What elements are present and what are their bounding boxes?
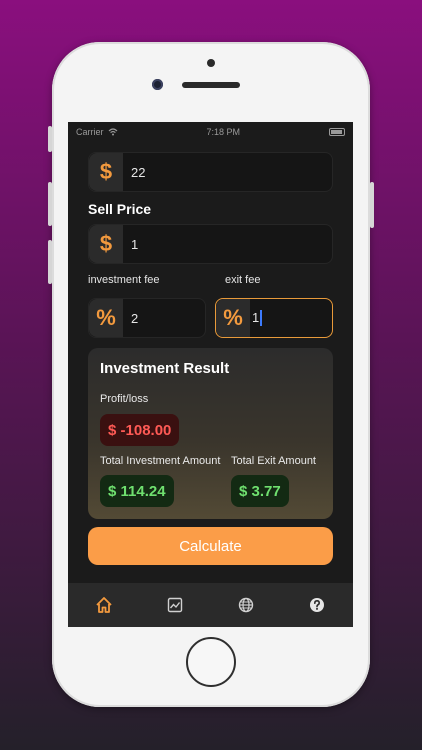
front-camera: [152, 79, 163, 90]
total-investment-value: $ 114.24: [100, 475, 174, 507]
wifi-icon: [108, 128, 117, 136]
power-button: [370, 182, 374, 228]
volume-down-button: [48, 240, 52, 284]
total-investment-label: Total Investment Amount: [100, 455, 221, 467]
dollar-icon: $: [89, 225, 123, 263]
carrier-label: Carrier: [76, 127, 104, 137]
exit-fee-value: 1: [252, 309, 260, 325]
tab-bar: [68, 583, 353, 627]
battery-icon: [328, 128, 345, 136]
investment-fee-label: investment fee: [88, 274, 160, 286]
status-bar: Carrier 7:18 PM: [68, 122, 353, 142]
percent-icon: %: [216, 299, 250, 337]
help-icon: [310, 598, 325, 612]
chart-icon: [167, 597, 183, 613]
volume-up-button: [48, 182, 52, 226]
investment-fee-value: 2: [131, 310, 139, 326]
tab-chart[interactable]: [155, 590, 195, 620]
exit-fee-value-wrap: 1: [250, 309, 263, 327]
tab-home[interactable]: [84, 590, 124, 620]
text-caret: [260, 310, 263, 327]
tab-globe[interactable]: [226, 590, 266, 620]
sell-price-value: 1: [131, 236, 139, 252]
profit-loss-value: $ -108.00: [100, 414, 180, 446]
investment-fee-field[interactable]: % 2: [88, 298, 206, 338]
status-left: Carrier: [76, 127, 118, 137]
app-screen: Carrier 7:18 PM $ 22 Sell Price $ 1 inve…: [68, 122, 353, 627]
buy-price-value: 22: [131, 164, 146, 180]
total-exit-label: Total Exit Amount: [231, 455, 316, 467]
dollar-icon: $: [89, 153, 123, 191]
total-exit-value: $ 3.77: [231, 475, 289, 507]
status-time: 7:18 PM: [206, 127, 241, 137]
result-title: Investment Result: [100, 360, 230, 377]
buy-price-field[interactable]: $ 22: [88, 152, 333, 192]
sell-price-field[interactable]: $ 1: [88, 224, 333, 264]
investment-result-card: Investment Result Profit/loss $ -108.00 …: [88, 348, 333, 519]
mute-switch: [48, 126, 52, 152]
profit-loss-label: Profit/loss: [100, 393, 149, 405]
exit-fee-label: exit fee: [225, 274, 261, 286]
percent-icon: %: [89, 299, 123, 337]
sell-price-label: Sell Price: [88, 201, 152, 217]
globe-icon: [238, 597, 254, 613]
proximity-sensor: [207, 59, 215, 67]
home-icon: [95, 597, 112, 613]
earpiece-speaker: [182, 82, 240, 88]
calculate-button[interactable]: Calculate: [88, 527, 333, 565]
home-button[interactable]: [186, 637, 236, 687]
exit-fee-field[interactable]: % 1: [215, 298, 333, 338]
tab-help[interactable]: [297, 590, 337, 620]
